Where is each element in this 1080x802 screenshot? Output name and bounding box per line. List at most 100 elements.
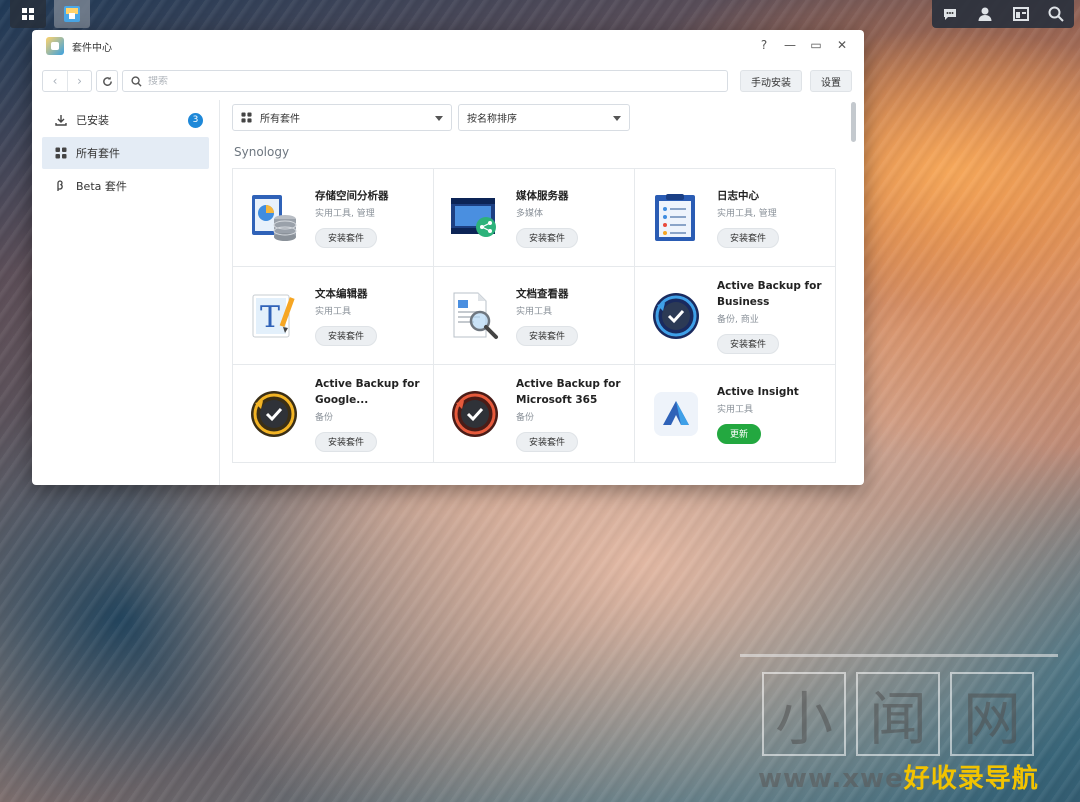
search-field[interactable] (122, 70, 728, 92)
package-card[interactable]: Active Backup for Microsoft 365 备份 安装套件 (434, 365, 635, 463)
refresh-button[interactable] (96, 70, 118, 92)
watermark-url: www.xwe好收录导航 (758, 758, 1039, 795)
sidebar-item-all-packages[interactable]: 所有套件 (42, 137, 209, 169)
back-button[interactable]: ‹ (43, 71, 67, 91)
maximize-button[interactable]: ▭ (810, 38, 822, 52)
package-card[interactable]: Active Insight 实用工具 更新 (635, 365, 836, 463)
package-category: 备份 (315, 412, 334, 423)
package-name: Active Backup for Business (717, 279, 822, 308)
active-backup-google-icon (251, 390, 297, 437)
sidebar-item-installed[interactable]: 已安装 3 (42, 104, 209, 136)
svg-text:T: T (260, 300, 280, 335)
package-info: 媒体服务器 多媒体 安装套件 (516, 188, 578, 248)
category-select-value: 所有套件 (260, 114, 300, 125)
grid-icon (54, 147, 68, 159)
package-name: 文档查看器 (516, 287, 569, 300)
update-button[interactable]: 更新 (717, 423, 761, 444)
close-button[interactable]: ✕ (836, 38, 848, 52)
user-icon[interactable] (974, 3, 996, 25)
installed-count-badge: 3 (188, 112, 203, 128)
taskbar-left (10, 0, 90, 28)
chevron-down-icon (435, 116, 443, 121)
install-button[interactable]: 安装套件 (717, 227, 779, 248)
package-center-icon (46, 37, 64, 55)
watermark-char: 小 (762, 672, 846, 756)
package-name: 文本编辑器 (315, 287, 368, 300)
grid-icon (22, 8, 34, 20)
help-button[interactable]: ? (758, 38, 770, 52)
filters: 所有套件 按名称排序 (232, 104, 852, 131)
package-center-icon (64, 6, 80, 22)
text-editor-icon: T (252, 294, 295, 337)
sidebar-item-beta[interactable]: Beta 套件 (42, 170, 209, 202)
notification-icon[interactable] (939, 3, 961, 25)
package-info: Active Backup for Microsoft 365 备份 安装套件 (516, 376, 626, 452)
search-input[interactable] (148, 75, 708, 87)
package-card[interactable]: 日志中心 实用工具, 管理 安装套件 (635, 169, 836, 267)
package-info: 文本编辑器 实用工具 安装套件 (315, 286, 377, 346)
package-category: 备份, 商业 (717, 314, 759, 325)
toolbar: ‹ › 手动安装 设置 (32, 62, 864, 100)
sidebar: 已安装 3 所有套件 Beta 套件 (32, 100, 220, 485)
package-info: 存储空间分析器 实用工具, 管理 安装套件 (315, 188, 389, 248)
package-category: 实用工具 (717, 404, 754, 415)
forward-button[interactable]: › (67, 71, 91, 91)
active-backup-business-icon (653, 292, 699, 339)
window-controls: ? — ▭ ✕ (758, 38, 848, 52)
window-body: 已安装 3 所有套件 Beta 套件 所有套件 按名称排序 Synology 存… (32, 100, 864, 485)
minimize-button[interactable]: — (784, 38, 796, 52)
refresh-icon (102, 76, 112, 86)
install-button[interactable]: 安装套件 (516, 325, 578, 346)
package-card[interactable]: T 文本编辑器 实用工具 安装套件 (233, 267, 434, 365)
package-info: Active Insight 实用工具 更新 (717, 384, 799, 444)
widgets-icon[interactable] (1010, 3, 1032, 25)
package-category: 实用工具, 管理 (315, 208, 375, 219)
install-button[interactable]: 安装套件 (315, 431, 377, 452)
package-name: Active Backup for Google... (315, 377, 420, 406)
package-name: 日志中心 (717, 189, 759, 202)
install-button[interactable]: 安装套件 (717, 333, 779, 354)
sort-select[interactable]: 按名称排序 (458, 104, 630, 131)
active-insight-icon (654, 391, 698, 436)
download-icon (54, 114, 68, 126)
sidebar-item-label: 所有套件 (76, 147, 120, 160)
watermark: 小 闻 网 www.xwe好收录导航 (740, 654, 1058, 794)
package-category: 实用工具 (315, 306, 352, 317)
log-center-icon (655, 193, 695, 241)
package-name: Active Backup for Microsoft 365 (516, 377, 621, 406)
watermark-url-prefix: www.xwe (758, 764, 904, 794)
package-center-window: 套件中心 ? — ▭ ✕ ‹ › 手动安装 设置 已安装 (32, 30, 864, 485)
package-category: 多媒体 (516, 208, 544, 219)
scrollbar[interactable] (851, 102, 856, 142)
install-button[interactable]: 安装套件 (516, 227, 578, 248)
watermark-char: 网 (950, 672, 1034, 756)
package-grid: 存储空间分析器 实用工具, 管理 安装套件 媒体服务器 多媒体 安装套件 日志中… (232, 168, 836, 463)
package-card[interactable]: 文档查看器 实用工具 安装套件 (434, 267, 635, 365)
watermark-line (740, 654, 1058, 657)
category-select[interactable]: 所有套件 (232, 104, 452, 131)
taskbar-right (932, 0, 1074, 28)
package-category: 备份 (516, 412, 535, 423)
storage-analyzer-icon (252, 194, 297, 241)
sidebar-item-label: Beta 套件 (76, 180, 127, 193)
window-titlebar[interactable]: 套件中心 ? — ▭ ✕ (32, 30, 864, 62)
package-category: 实用工具 (516, 306, 553, 317)
settings-button[interactable]: 设置 (810, 70, 852, 92)
package-card[interactable]: Active Backup for Google... 备份 安装套件 (233, 365, 434, 463)
section-title: Synology (234, 145, 290, 159)
package-info: Active Backup for Google... 备份 安装套件 (315, 376, 425, 452)
package-card[interactable]: 媒体服务器 多媒体 安装套件 (434, 169, 635, 267)
search-icon[interactable] (1045, 3, 1067, 25)
search-icon (131, 75, 142, 87)
install-button[interactable]: 安装套件 (516, 431, 578, 452)
install-button[interactable]: 安装套件 (315, 227, 377, 248)
package-info: 文档查看器 实用工具 安装套件 (516, 286, 578, 346)
install-button[interactable]: 安装套件 (315, 325, 377, 346)
manual-install-button[interactable]: 手动安装 (740, 70, 802, 92)
package-center-taskbar-button[interactable] (54, 0, 90, 28)
watermark-char: 闻 (856, 672, 940, 756)
main-menu-button[interactable] (10, 0, 46, 28)
package-card[interactable]: 存储空间分析器 实用工具, 管理 安装套件 (233, 169, 434, 267)
package-name: 存储空间分析器 (315, 189, 389, 202)
package-card[interactable]: Active Backup for Business 备份, 商业 安装套件 (635, 267, 836, 365)
